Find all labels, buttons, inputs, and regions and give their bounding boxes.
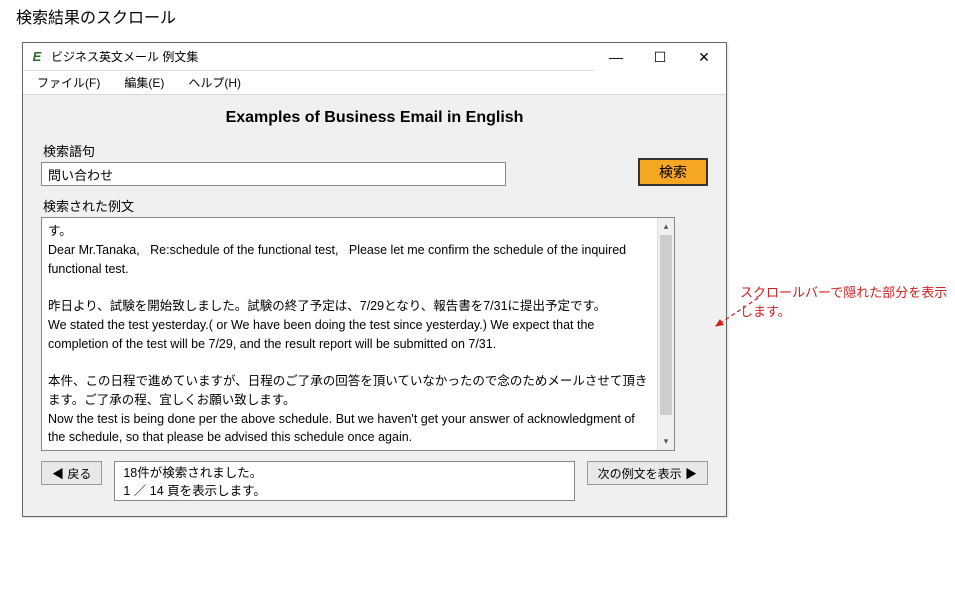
status-line-2: 1 ／ 14 頁を表示します。 [123,483,565,501]
results-box: す。 Dear Mr.Tanaka, Re:schedule of the fu… [41,217,675,451]
app-icon: E [29,49,45,65]
content-area: Examples of Business Email in English 検索… [23,95,726,513]
back-button[interactable]: ◀ 戻る [41,461,102,485]
annotation-text: スクロールバーで隠れた部分を表示します。 [740,282,955,320]
menu-file[interactable]: ファイル(F) [27,72,110,93]
maximize-button[interactable]: ☐ [638,43,682,71]
search-label: 検索語句 [41,141,608,160]
scroll-up-icon[interactable]: ▴ [658,218,674,235]
titlebar: E ビジネス英文メール 例文集 — ☐ ✕ [23,43,726,71]
scroll-thumb[interactable] [660,235,672,415]
page-title: 検索結果のスクロール [16,4,176,28]
status-line-1: 18件が検索されました。 [123,465,565,483]
menu-edit[interactable]: 編集(E) [114,72,174,93]
search-input[interactable] [41,162,506,186]
next-button[interactable]: 次の例文を表示 ▶ [587,461,708,485]
app-window: E ビジネス英文メール 例文集 — ☐ ✕ ファイル(F) 編集(E) ヘルプ(… [22,42,727,517]
status-box: 18件が検索されました。 1 ／ 14 頁を表示します。 [114,461,574,501]
scroll-down-icon[interactable]: ▾ [658,433,674,450]
menu-help[interactable]: ヘルプ(H) [178,72,251,93]
scrollbar[interactable]: ▴ ▾ [657,218,674,450]
results-label: 検索された例文 [43,196,708,215]
search-button[interactable]: 検索 [638,158,708,186]
menubar: ファイル(F) 編集(E) ヘルプ(H) [23,71,726,95]
minimize-button[interactable]: — [594,43,638,71]
search-row: 検索語句 検索 [41,141,708,186]
content-heading: Examples of Business Email in English [41,109,708,127]
close-button[interactable]: ✕ [682,43,726,71]
footer-row: ◀ 戻る 18件が検索されました。 1 ／ 14 頁を表示します。 次の例文を表… [41,461,708,501]
window-title: ビジネス英文メール 例文集 [51,48,198,65]
results-text: す。 Dear Mr.Tanaka, Re:schedule of the fu… [42,218,657,450]
window-controls: — ☐ ✕ [594,43,726,71]
